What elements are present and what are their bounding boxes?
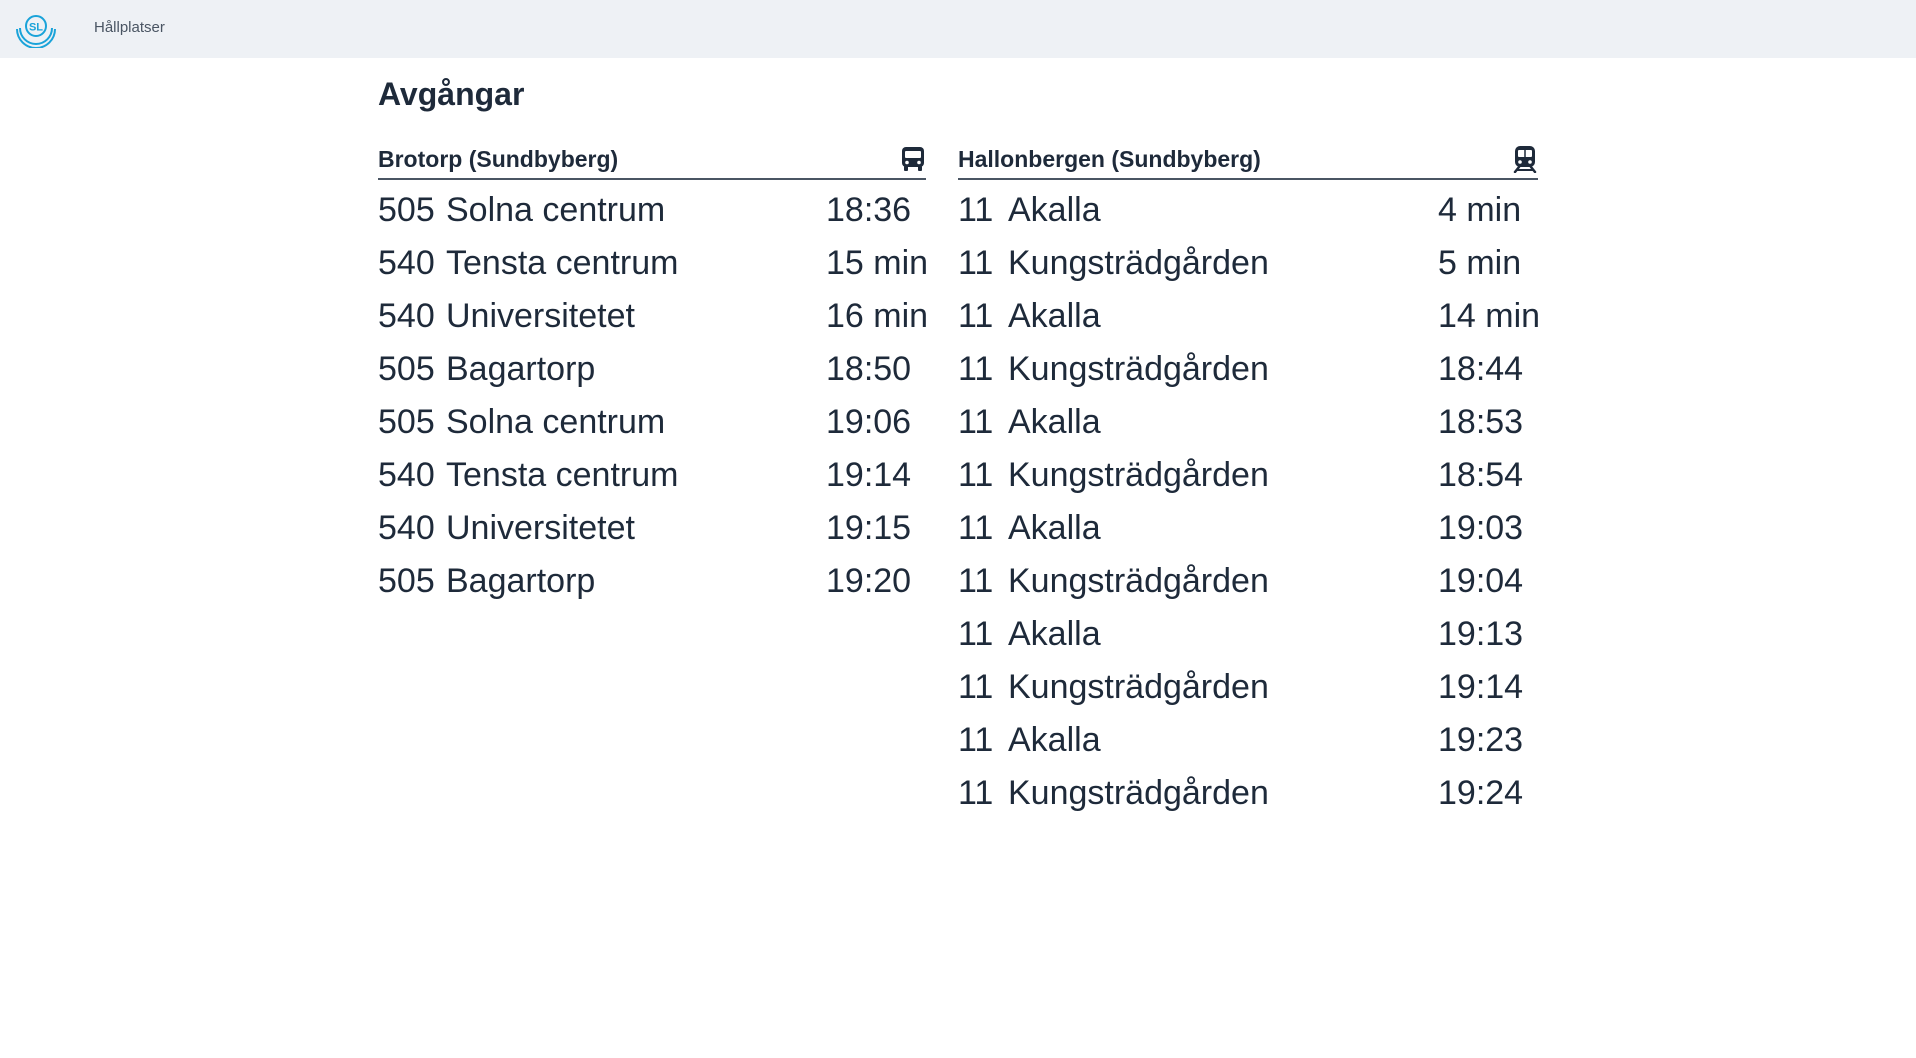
departure-row: 11 Akalla 4 min (958, 184, 1538, 237)
logo-text: SL (29, 22, 43, 34)
destination: Akalla (1008, 721, 1101, 759)
destination: Akalla (1008, 297, 1101, 335)
departure-time: 19:23 (1438, 721, 1524, 759)
nav-link-hallplatser[interactable]: Hållplatser (94, 19, 165, 36)
departure-row: 11 Kungsträdgården 19:24 (958, 767, 1538, 820)
destination: Akalla (1008, 509, 1101, 547)
line-number: 11 (958, 774, 994, 812)
departure-time: 15 min (826, 244, 929, 282)
destination: Bagartorp (446, 562, 596, 600)
departure-row: 540 Tensta centrum 19:14 (378, 449, 926, 502)
line-number: 505 (378, 403, 435, 441)
departure-time: 19:24 (1438, 774, 1524, 812)
destination: Universitetet (446, 297, 635, 335)
bus-icon (902, 147, 924, 171)
destination: Kungsträdgården (1008, 350, 1269, 388)
departure-time: 19:20 (826, 562, 912, 600)
departure-time: 18:36 (826, 191, 912, 229)
sl-logo[interactable]: SL (16, 12, 56, 48)
line-number: 11 (958, 562, 994, 600)
departure-board-hallonbergen: Hallonbergen (Sundbyberg) 11 Akalla 4 mi… (958, 142, 1541, 820)
destination: Kungsträdgården (1008, 456, 1269, 494)
destination: Universitetet (446, 509, 635, 547)
line-number: 540 (378, 509, 435, 547)
destination: Tensta centrum (446, 244, 679, 282)
departure-time: 4 min (1438, 191, 1522, 229)
destination: Tensta centrum (446, 456, 679, 494)
departure-time: 19:03 (1438, 509, 1524, 547)
departure-time: 19:14 (1438, 668, 1524, 706)
line-number: 11 (958, 721, 994, 759)
departure-list: 11 Akalla 4 min 11 Kungsträdgården 5 min… (958, 184, 1541, 820)
page-title: Avgångar (378, 76, 525, 112)
line-number: 540 (378, 244, 435, 282)
departure-time: 14 min (1438, 297, 1541, 335)
destination: Kungsträdgården (1008, 774, 1269, 812)
departure-row: 505 Bagartorp 19:20 (378, 555, 926, 608)
departure-row: 540 Tensta centrum 15 min (378, 237, 929, 290)
board-header: Brotorp (Sundbyberg) (378, 142, 926, 180)
destination: Solna centrum (446, 191, 666, 229)
departure-list: 505 Solna centrum 18:36 540 Tensta centr… (378, 184, 929, 608)
destination: Kungsträdgården (1008, 668, 1269, 706)
departure-row: 11 Kungsträdgården 5 min (958, 237, 1538, 290)
departure-time: 19:14 (826, 456, 912, 494)
departure-row: 11 Kungsträdgården 19:14 (958, 661, 1538, 714)
metro-icon (1513, 146, 1537, 173)
departure-row: 540 Universitetet 19:15 (378, 502, 926, 555)
departure-time: 18:50 (826, 350, 912, 388)
destination: Bagartorp (446, 350, 596, 388)
departure-row: 11 Kungsträdgården 18:54 (958, 449, 1538, 502)
departure-time: 5 min (1438, 244, 1522, 282)
departure-row: 505 Solna centrum 18:36 (378, 184, 926, 237)
line-number: 11 (958, 297, 994, 335)
destination: Solna centrum (446, 403, 666, 441)
departure-time: 19:15 (826, 509, 912, 547)
top-nav-bar: SL Hållplatser (0, 0, 1916, 58)
departure-time: 18:44 (1438, 350, 1524, 388)
departure-time: 18:54 (1438, 456, 1524, 494)
destination: Kungsträdgården (1008, 244, 1269, 282)
stop-name[interactable]: Brotorp (Sundbyberg) (378, 146, 618, 173)
departure-row: 11 Kungsträdgården 18:44 (958, 343, 1538, 396)
destination: Akalla (1008, 403, 1101, 441)
line-number: 540 (378, 456, 435, 494)
destination: Akalla (1008, 615, 1101, 653)
departure-row: 505 Bagartorp 18:50 (378, 343, 926, 396)
line-number: 11 (958, 191, 994, 229)
line-number: 11 (958, 403, 994, 441)
departure-row: 11 Kungsträdgården 19:04 (958, 555, 1538, 608)
departure-time: 18:53 (1438, 403, 1524, 441)
line-number: 505 (378, 562, 435, 600)
destination: Akalla (1008, 191, 1101, 229)
departure-row: 11 Akalla 19:13 (958, 608, 1538, 661)
departure-row: 11 Akalla 19:03 (958, 502, 1538, 555)
stop-name[interactable]: Hallonbergen (Sundbyberg) (958, 146, 1261, 173)
departure-time: 19:04 (1438, 562, 1524, 600)
destination: Kungsträdgården (1008, 562, 1269, 600)
line-number: 11 (958, 615, 994, 653)
line-number: 540 (378, 297, 435, 335)
line-number: 11 (958, 668, 994, 706)
line-number: 505 (378, 350, 435, 388)
board-header: Hallonbergen (Sundbyberg) (958, 142, 1538, 180)
departure-row: 11 Akalla 19:23 (958, 714, 1538, 767)
departure-row: 505 Solna centrum 19:06 (378, 396, 926, 449)
line-number: 11 (958, 350, 994, 388)
departure-time: 19:13 (1438, 615, 1524, 653)
departure-row: 540 Universitetet 16 min (378, 290, 929, 343)
departure-time: 19:06 (826, 403, 912, 441)
line-number: 11 (958, 509, 994, 547)
departure-row: 11 Akalla 14 min (958, 290, 1541, 343)
line-number: 505 (378, 191, 435, 229)
line-number: 11 (958, 244, 994, 282)
departure-row: 11 Akalla 18:53 (958, 396, 1538, 449)
departure-board-brotorp: Brotorp (Sundbyberg) 505 Solna centrum 1… (378, 142, 929, 608)
departure-time: 16 min (826, 297, 929, 335)
line-number: 11 (958, 456, 994, 494)
